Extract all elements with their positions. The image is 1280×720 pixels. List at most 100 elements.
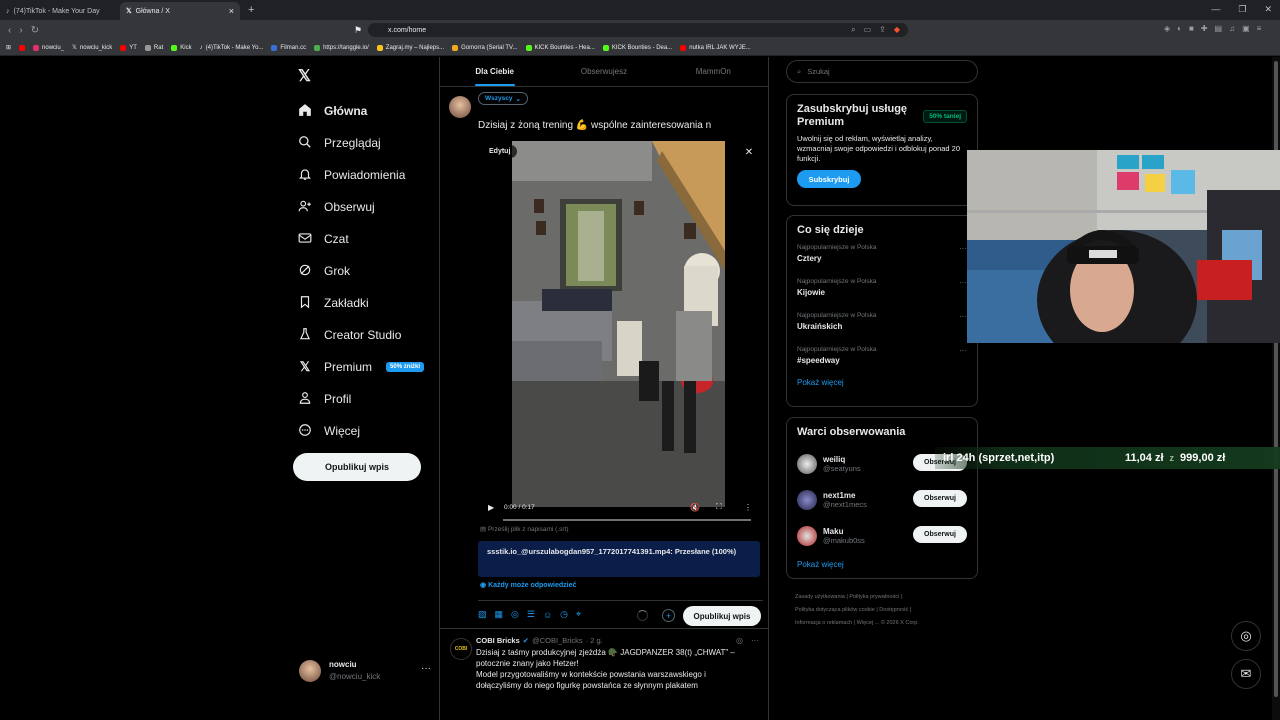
follow-button[interactable]: Obserwuj	[913, 526, 967, 543]
bookmark-item[interactable]: Filman.cc	[271, 44, 306, 51]
subscribe-button[interactable]: Subskrybuj	[797, 170, 861, 188]
reply-setting[interactable]: ◉ Każdy może odpowiedzieć	[480, 581, 576, 589]
more-icon[interactable]: ···	[421, 663, 431, 674]
nav-item-bookmarks[interactable]: Zakładki	[298, 287, 438, 319]
menu-icon[interactable]: ≡	[1257, 24, 1262, 33]
brave-shield-icon[interactable]: ◆	[894, 25, 900, 35]
video-preview[interactable]	[512, 141, 725, 507]
close-tab-icon[interactable]: ×	[229, 6, 234, 16]
new-tab-button[interactable]: +	[248, 4, 254, 16]
tab-for-you[interactable]: Dla Ciebie	[440, 57, 549, 86]
back-button[interactable]: ‹	[8, 25, 11, 36]
bookmark-item[interactable]: nowciu_	[33, 44, 64, 51]
nav-item-home[interactable]: Główna	[298, 95, 438, 127]
nav-item-chat[interactable]: Czat	[298, 223, 438, 255]
more-icon[interactable]: ···	[959, 312, 967, 321]
messages-fab-button[interactable]: ✉	[1231, 659, 1261, 689]
share-icon[interactable]: ⇪	[879, 25, 886, 35]
account-switcher[interactable]: nowciu @nowciu_kick ···	[299, 659, 431, 683]
gif-icon[interactable]: ▦	[495, 609, 504, 620]
tab-list[interactable]: MammOn	[659, 57, 768, 86]
nav-item-more[interactable]: Więcej	[298, 415, 438, 447]
bookmark-item[interactable]: Rat	[144, 44, 163, 51]
follow-suggestion[interactable]: Maku @makub0ss Obserwuj	[797, 518, 967, 554]
cast-icon[interactable]: ▭	[864, 25, 872, 35]
bookmark-item[interactable]: KICK Bounties - Hea...	[525, 44, 595, 51]
follow-button[interactable]: Obserwuj	[913, 490, 967, 507]
extension-icon[interactable]: ■	[1189, 24, 1194, 33]
compose-text-input[interactable]: Dzisiaj z żoną trening 💪 wspólne zainter…	[478, 120, 711, 131]
footer-link[interactable]: Informacja o reklamach	[795, 620, 852, 626]
footer-link[interactable]: Więcej ...	[857, 620, 880, 626]
bookmark-item[interactable]: nutka IRL JAK WYJE...	[680, 44, 751, 51]
footer-link[interactable]: Polityka prywatności	[849, 594, 899, 600]
post-author[interactable]: COBI Bricks	[476, 636, 520, 645]
play-icon[interactable]: ▶	[488, 503, 494, 512]
fullscreen-icon[interactable]: ⛶	[716, 502, 722, 512]
bookmark-item[interactable]	[19, 44, 26, 51]
trend-item[interactable]: Najpopularniejsze w Polska Ukraińskich ·…	[797, 312, 967, 346]
grok-icon[interactable]: ◎	[736, 636, 743, 645]
bookmark-item[interactable]: Gomorra (Serial TV...	[452, 44, 518, 51]
poll-icon[interactable]: ☰	[527, 609, 535, 620]
close-window-button[interactable]: ✕	[1264, 4, 1272, 15]
tab-x-home[interactable]: 𝕏 Główna / X ×	[120, 2, 240, 20]
x-logo-icon[interactable]: 𝕏	[298, 66, 311, 86]
puzzle-icon[interactable]: ✚	[1201, 24, 1208, 33]
music-icon[interactable]: ♫	[1229, 24, 1235, 33]
footer-link[interactable]: Polityka dotycząca plików cookie	[795, 607, 875, 613]
feed-post[interactable]: COBI COBI Bricks ✔ @COBI_Bricks · 2 g. ◎…	[440, 630, 769, 720]
show-more-link[interactable]: Pokaż więcej	[797, 560, 967, 569]
video-progress-bar[interactable]	[503, 519, 751, 521]
close-icon[interactable]: ✕	[740, 143, 758, 161]
subtitle-upload-link[interactable]: ▤ Prześlij plik z napisami (.srt)	[480, 525, 569, 533]
wallet-icon[interactable]: ▣	[1242, 24, 1250, 33]
grok-fab-button[interactable]: ◎	[1231, 621, 1261, 651]
extension-icon[interactable]: ◐	[1177, 24, 1182, 33]
avatar[interactable]: COBI	[450, 638, 472, 660]
tab-tiktok[interactable]: ♪ (74)TikTok - Make Your Day	[0, 2, 120, 20]
post-handle[interactable]: @COBI_Bricks	[532, 636, 583, 645]
bookmark-item[interactable]: https://tanggle.io/	[314, 44, 369, 51]
nav-item-grok[interactable]: Grok	[298, 255, 438, 287]
nav-item-creator-studio[interactable]: Creator Studio	[298, 319, 438, 351]
nav-item-profile[interactable]: Profil	[298, 383, 438, 415]
sidebar-icon[interactable]: ▤	[1215, 24, 1223, 33]
bookmark-item[interactable]: Zagraj.my – Najleps...	[376, 44, 444, 51]
nav-item-notifications[interactable]: Powiadomienia	[298, 159, 438, 191]
bookmark-item[interactable]: 𝕏nowciu_kick	[72, 44, 112, 52]
bookmark-icon[interactable]: ⚑	[354, 25, 362, 36]
mute-icon[interactable]: 🔇	[690, 503, 700, 512]
post-button[interactable]: Opublikuj wpis	[293, 453, 421, 481]
nav-item-follow[interactable]: Obserwuj	[298, 191, 438, 223]
nav-item-explore[interactable]: Przeglądaj	[298, 127, 438, 159]
edit-media-button[interactable]: Edytuj	[482, 145, 518, 158]
more-icon[interactable]: ···	[959, 346, 967, 355]
add-post-button[interactable]: +	[662, 609, 675, 622]
url-field[interactable]: ⚑ x.com/home ⌕ ▭ ⇪ ◆	[354, 23, 908, 37]
reload-button[interactable]: ↻	[31, 25, 39, 36]
location-icon[interactable]: ⌖	[576, 609, 581, 620]
follow-suggestion[interactable]: next1me @next1mecs Obserwuj	[797, 482, 967, 518]
forward-button[interactable]: ›	[19, 25, 22, 36]
bookmark-item[interactable]: KICK Bounties - Dea...	[602, 44, 672, 51]
publish-button[interactable]: Opublikuj wpis	[683, 606, 761, 626]
bookmark-item[interactable]: YT	[120, 44, 137, 51]
maximize-button[interactable]: ❐	[1238, 4, 1246, 15]
image-icon[interactable]: ▨	[478, 609, 487, 620]
more-icon[interactable]: ···	[751, 636, 759, 645]
footer-link[interactable]: Dostępność	[879, 607, 908, 613]
nav-item-premium[interactable]: 𝕏 Premium 50% zniżki	[298, 351, 438, 383]
audience-selector[interactable]: Wszyscy ⌄	[478, 92, 528, 105]
emoji-icon[interactable]: ☺	[543, 610, 552, 620]
search-input[interactable]: ⌕ Szukaj	[786, 60, 978, 83]
trend-item[interactable]: Najpopularniejsze w Polska Kijowie ···	[797, 278, 967, 312]
extension-icon[interactable]: ◈	[1164, 24, 1170, 33]
more-icon[interactable]: ···	[959, 278, 967, 287]
footer-link[interactable]: Zasady użytkowania	[795, 594, 845, 600]
trend-item[interactable]: Najpopularniejsze w Polska #speedway ···	[797, 346, 967, 380]
minimize-button[interactable]: —	[1211, 4, 1220, 15]
more-vertical-icon[interactable]: ⋮	[744, 503, 752, 512]
grok-icon[interactable]: ◎	[511, 609, 519, 620]
zoom-icon[interactable]: ⌕	[851, 25, 855, 35]
